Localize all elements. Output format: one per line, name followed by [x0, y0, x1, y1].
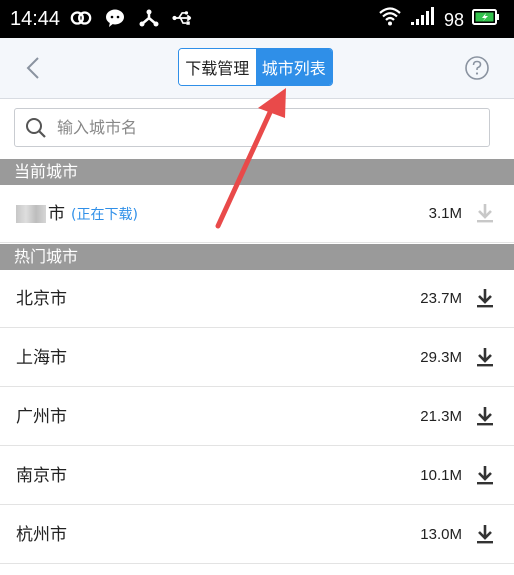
status-notification-icons [70, 7, 194, 29]
download-icon[interactable] [474, 287, 496, 309]
city-name: 上海市 [16, 348, 67, 368]
blurred-city-name [16, 205, 46, 223]
download-icon[interactable] [474, 464, 496, 486]
status-time: 14:44 [10, 8, 61, 30]
signal-strength-icon [410, 6, 436, 33]
city-name: 广州市 [16, 407, 67, 427]
search-icon [26, 117, 46, 138]
battery-level: 98 [443, 9, 464, 30]
status-bar: 14:44 98 [0, 0, 514, 38]
city-row-hangzhou[interactable]: 杭州市 13.0M [0, 506, 514, 564]
download-icon-disabled[interactable] [474, 202, 496, 224]
city-size: 10.1M [420, 467, 462, 484]
battery-charging-icon [472, 7, 500, 33]
status-system-icons: 98 [378, 6, 500, 33]
infinity-link-icon [70, 7, 92, 29]
city-name: 杭州市 [16, 525, 67, 545]
search-input[interactable] [55, 117, 459, 138]
download-icon[interactable] [474, 523, 496, 545]
current-city-row[interactable]: 市 (正在下载) 3.1M [0, 185, 514, 243]
city-size: 21.3M [420, 408, 462, 425]
tab-download-manager[interactable]: 下载管理 [179, 49, 256, 85]
city-row-nanjing[interactable]: 南京市 10.1M [0, 447, 514, 505]
tab-city-list[interactable]: 城市列表 [255, 49, 332, 85]
download-icon[interactable] [474, 346, 496, 368]
usb-icon [172, 7, 194, 29]
back-button[interactable] [20, 52, 50, 84]
chevron-left-icon [26, 57, 39, 79]
wifi-icon [378, 6, 402, 33]
city-row-shanghai[interactable]: 上海市 29.3M [0, 329, 514, 387]
section-header-current-city: 当前城市 [0, 159, 514, 185]
network-share-icon [138, 7, 160, 29]
chat-app-icon [104, 7, 126, 29]
question-circle-icon [465, 56, 489, 80]
current-city-size: 3.1M [428, 205, 462, 222]
download-status: (正在下载) [71, 207, 138, 223]
city-search-box [14, 108, 490, 147]
city-row-beijing[interactable]: 北京市 23.7M [0, 270, 514, 328]
city-row-guangzhou[interactable]: 广州市 21.3M [0, 388, 514, 446]
download-icon[interactable] [474, 405, 496, 427]
city-size: 23.7M [420, 290, 462, 307]
city-size: 13.0M [420, 526, 462, 543]
current-city-suffix: 市 [48, 204, 65, 224]
segmented-tabs: 下载管理 城市列表 [178, 48, 333, 86]
navigation-bar: 下载管理 城市列表 [0, 38, 514, 99]
current-city-name: 市 (正在下载) [16, 185, 138, 244]
help-button[interactable] [464, 55, 490, 81]
city-size: 29.3M [420, 349, 462, 366]
section-header-hot-cities: 热门城市 [0, 244, 514, 270]
city-name: 南京市 [16, 466, 67, 486]
city-name: 北京市 [16, 289, 67, 309]
